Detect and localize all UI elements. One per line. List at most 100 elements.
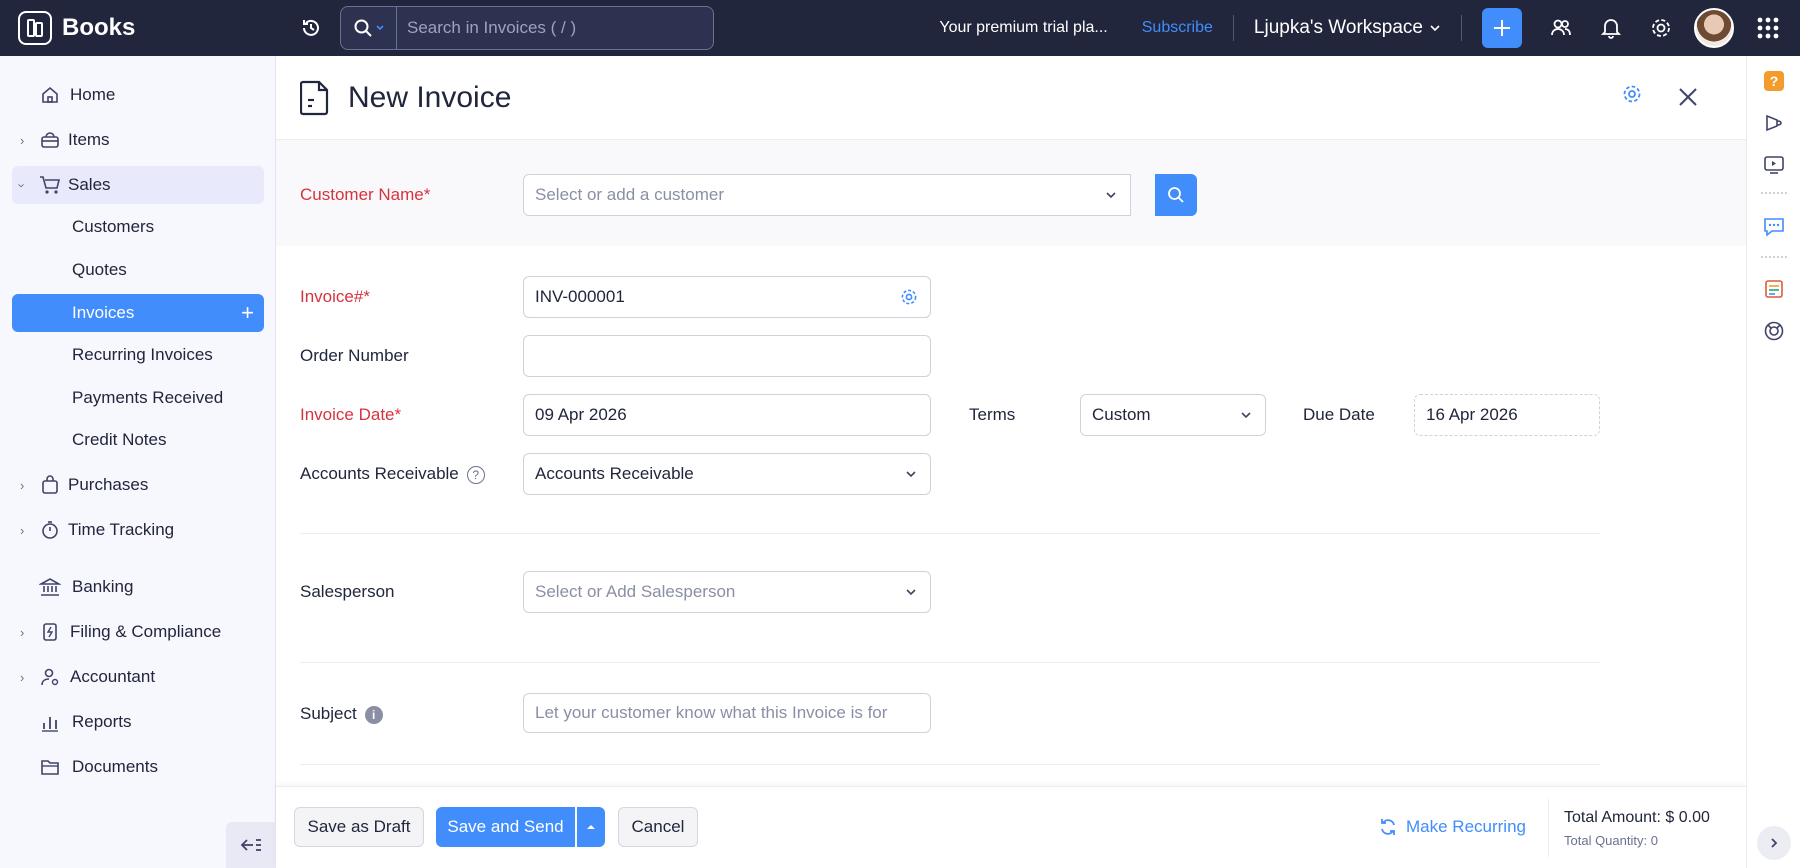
info-icon[interactable]: i [364, 705, 383, 724]
sidebar-item-label: Recurring Invoices [72, 345, 213, 364]
sidebar-item-reports[interactable]: Reports [12, 703, 264, 741]
invoice-number-label: Invoice#* [300, 287, 370, 306]
brand[interactable]: Books [0, 0, 276, 56]
accountant-icon [38, 665, 62, 689]
help-icon[interactable]: ? [1761, 68, 1787, 94]
chevron-right-icon[interactable]: › [20, 133, 24, 148]
accounts-receivable-label: Accounts Receivable? [300, 464, 485, 484]
sidebar-item-purchases[interactable]: › Purchases [12, 466, 264, 504]
invoice-number-input[interactable]: INV-000001 [523, 276, 931, 318]
gear-icon[interactable] [1636, 17, 1686, 39]
folder-icon [38, 755, 62, 779]
sidebar-item-banking[interactable]: Banking [12, 568, 264, 606]
due-date-label: Due Date [1303, 405, 1375, 424]
customer-search-button[interactable] [1155, 174, 1197, 216]
sidebar-item-sales[interactable]: › Sales [12, 166, 264, 204]
customer-select[interactable]: Select or add a customer [523, 174, 1131, 216]
order-number-label: Order Number [300, 346, 409, 365]
subscribe-link[interactable]: Subscribe [1142, 19, 1213, 37]
chevron-down-icon[interactable]: › [15, 183, 30, 187]
sidebar-item-label: Items [68, 130, 110, 149]
invoice-date-input[interactable]: 09 Apr 2026 [523, 394, 931, 436]
subject-label-text: Subject [300, 704, 357, 723]
brand-name: Books [62, 14, 136, 41]
sidebar-item-time-tracking[interactable]: › Time Tracking [12, 511, 264, 549]
sidebar-item-label: Reports [72, 712, 132, 731]
bell-icon[interactable] [1586, 17, 1636, 39]
sidebar-item-customers[interactable]: Customers [12, 208, 264, 246]
sidebar-item-label: Purchases [68, 475, 149, 494]
search-input[interactable]: Search in Invoices ( / ) [397, 18, 576, 38]
sidebar-item-invoices[interactable]: Invoices + [12, 294, 264, 332]
save-as-draft-button[interactable]: Save as Draft [294, 807, 424, 847]
section-divider [300, 662, 1600, 663]
notes-app-icon[interactable] [1761, 276, 1787, 302]
sidebar-item-documents[interactable]: Documents [12, 748, 264, 786]
topbar-divider [1232, 15, 1234, 41]
invoice-preferences-gear-icon[interactable] [1622, 84, 1642, 109]
caret-up-icon [587, 825, 595, 829]
sidebar-item-credit-notes[interactable]: Credit Notes [12, 421, 264, 459]
books-logo-icon [18, 11, 52, 45]
save-and-send-options-button[interactable] [577, 807, 605, 847]
sidebar-item-accountant[interactable]: › Accountant [12, 658, 264, 696]
subject-textarea[interactable]: Let your customer know what this Invoice… [523, 693, 931, 733]
gear-icon[interactable] [900, 288, 918, 306]
sidebar-item-home[interactable]: Home [12, 76, 264, 114]
document-icon [300, 80, 329, 115]
expand-rail-button[interactable] [1757, 826, 1791, 860]
chevron-right-icon[interactable]: › [20, 625, 24, 640]
plus-icon [1494, 20, 1510, 36]
quick-create-button[interactable] [1482, 8, 1522, 48]
close-icon[interactable] [1678, 82, 1698, 114]
chevron-right-icon[interactable]: › [20, 523, 24, 538]
recent-activity-icon[interactable] [296, 13, 326, 43]
terms-select[interactable]: Custom [1080, 394, 1266, 436]
subject-placeholder: Let your customer know what this Invoice… [535, 703, 888, 722]
page-header: New Invoice [276, 56, 1746, 140]
sidebar-item-items[interactable]: › Items [12, 121, 264, 159]
salesperson-select[interactable]: Select or Add Salesperson [523, 571, 931, 613]
feedback-chat-icon[interactable] [1761, 214, 1787, 240]
accounts-receivable-select[interactable]: Accounts Receivable [523, 453, 931, 495]
sidebar-item-label: Banking [72, 577, 134, 596]
workspace-name: Ljupka's Workspace [1253, 17, 1423, 38]
recurring-icon [1381, 819, 1395, 835]
announcement-icon[interactable] [1761, 110, 1787, 136]
support-badge-icon[interactable] [1761, 318, 1787, 344]
sidebar-item-filing[interactable]: › Filing & Compliance [12, 613, 264, 651]
customer-name-label: Customer Name* [300, 185, 431, 204]
cancel-button[interactable]: Cancel [618, 807, 698, 847]
sidebar-item-quotes[interactable]: Quotes [12, 251, 264, 289]
make-recurring-link[interactable]: Make Recurring [1378, 817, 1526, 837]
users-icon[interactable] [1536, 17, 1586, 39]
sidebar-item-recurring-invoices[interactable]: Recurring Invoices [12, 336, 264, 374]
shopping-bag-icon [38, 473, 62, 497]
help-icon[interactable]: ? [466, 465, 485, 484]
order-number-input[interactable] [523, 335, 931, 377]
chevron-down-icon [1106, 192, 1116, 199]
section-divider [300, 764, 1600, 765]
due-date-input[interactable]: 16 Apr 2026 [1414, 394, 1600, 436]
chevron-right-icon[interactable]: › [20, 478, 24, 493]
add-invoice-plus-icon[interactable]: + [241, 300, 254, 326]
right-rail: ? [1746, 56, 1800, 868]
workspace-switcher[interactable]: Ljupka's Workspace [1254, 17, 1441, 39]
collapse-sidebar-button[interactable] [226, 822, 276, 868]
chevron-right-icon[interactable]: › [20, 670, 24, 685]
collapse-arrow-icon [240, 839, 261, 851]
avatar[interactable] [1694, 8, 1734, 48]
accounts-receivable-label-text: Accounts Receivable [300, 464, 459, 483]
global-search[interactable]: Search in Invoices ( / ) [340, 6, 714, 50]
app-grid-icon[interactable] [1750, 17, 1786, 39]
save-and-send-button[interactable]: Save and Send [436, 807, 575, 847]
sidebar-item-payments-received[interactable]: Payments Received [12, 379, 264, 417]
bank-icon [38, 575, 62, 599]
home-icon [38, 83, 62, 107]
accounts-receivable-value: Accounts Receivable [535, 464, 694, 483]
search-icon[interactable] [341, 7, 397, 49]
chevron-down-icon [906, 589, 916, 596]
bar-chart-icon [38, 710, 62, 734]
rail-separator [1761, 256, 1787, 258]
video-tutorial-icon[interactable] [1761, 152, 1787, 178]
